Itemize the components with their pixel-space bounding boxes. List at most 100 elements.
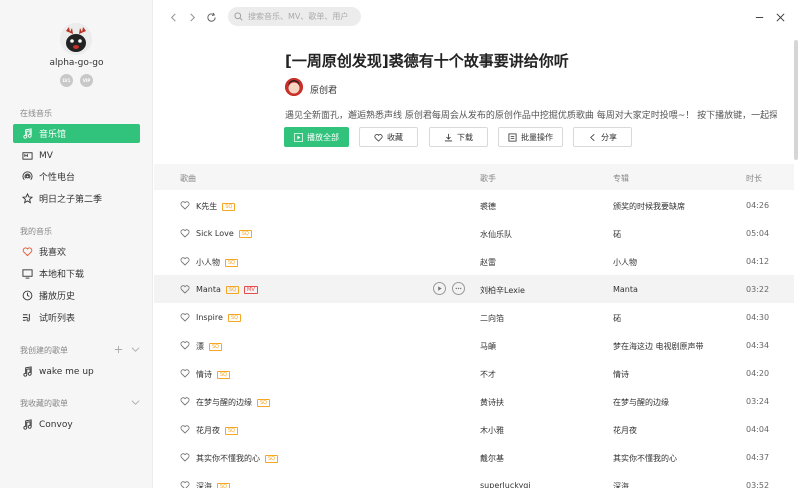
song-singer[interactable]: 不才 [480, 369, 496, 380]
song-album[interactable]: 情诗 [613, 369, 629, 380]
song-title[interactable]: 在梦与醒的边缘 SQ [196, 397, 271, 408]
heart-icon[interactable] [180, 340, 190, 350]
header-song[interactable]: 歌曲 [180, 173, 196, 184]
song-album[interactable]: 小人物 [613, 257, 637, 268]
sidebar-item-history[interactable]: 播放历史 [13, 286, 140, 305]
play-all-button[interactable]: 播放全部 [284, 127, 349, 147]
song-title[interactable]: 深海 SQ [196, 481, 231, 488]
header-singer[interactable]: 歌手 [480, 173, 496, 184]
song-album[interactable]: Manta [613, 285, 638, 294]
song-singer[interactable]: 刘柏辛Lexie [480, 285, 525, 296]
moose-avatar-icon [60, 23, 92, 55]
song-album[interactable]: 砳 [613, 313, 621, 324]
sidebar-item-wake-me-up[interactable]: wake me up [13, 362, 140, 381]
heart-icon[interactable] [180, 228, 190, 238]
chevron-down-icon[interactable] [131, 345, 140, 357]
creator-avatar[interactable] [285, 78, 303, 96]
search-box[interactable] [228, 7, 361, 26]
song-title[interactable]: 花月夜 SQ [196, 425, 239, 436]
chevron-down-icon[interactable] [131, 398, 140, 410]
download-button[interactable]: 下载 [429, 127, 488, 147]
table-row[interactable]: 情诗 SQ 不才 情诗 04:20 [154, 359, 794, 387]
heart-icon[interactable] [180, 284, 190, 294]
song-album[interactable]: 深海 [613, 481, 629, 488]
collected-playlists-title: 我收藏的歌单 [20, 399, 68, 408]
song-singer[interactable]: 木小雅 [480, 425, 504, 436]
heart-icon[interactable] [180, 480, 190, 488]
table-row[interactable]: Sick Love SQ 水仙乐队 砳 05:04 [154, 219, 794, 247]
creator-name[interactable]: 原创君 [310, 83, 337, 96]
song-title[interactable]: K先生 SQ [196, 201, 236, 212]
sidebar-item-favorites[interactable]: 我喜欢 [13, 242, 140, 261]
heart-icon[interactable] [180, 368, 190, 378]
song-singer[interactable]: 水仙乐队 [480, 229, 512, 240]
heart-icon[interactable] [180, 396, 190, 406]
vip-badge[interactable]: VIP [80, 74, 93, 87]
song-singer[interactable]: 马頔 [480, 341, 496, 352]
heart-icon[interactable] [180, 256, 190, 266]
sidebar-item-local[interactable]: 本地和下载 [13, 264, 140, 283]
user-avatar[interactable] [60, 23, 92, 55]
heart-icon[interactable] [180, 312, 190, 322]
play-icon[interactable] [433, 282, 446, 295]
heart-icon[interactable] [180, 424, 190, 434]
share-button[interactable]: 分享 [573, 127, 632, 147]
sidebar-item-label: 个性电台 [39, 173, 76, 183]
song-singer[interactable]: 黄诗扶 [480, 397, 504, 408]
sidebar-item-tomorrow[interactable]: 明日之子第二季 [13, 189, 140, 208]
search-input[interactable] [248, 12, 348, 21]
heart-icon[interactable] [180, 452, 190, 462]
sidebar-item-music-hall[interactable]: 音乐馆 [13, 124, 140, 143]
song-title[interactable]: Manta SQ MV [196, 285, 258, 294]
sidebar-item-trial-list[interactable]: 试听列表 [13, 308, 140, 327]
song-singer[interactable]: 二向箔 [480, 313, 504, 324]
song-singer[interactable]: 戴尔基 [480, 453, 504, 464]
more-icon[interactable] [452, 282, 465, 295]
refresh-button[interactable] [204, 10, 218, 24]
table-row[interactable]: 深海 SQ superluckyqi 深海 03:52 [154, 471, 794, 488]
song-singer[interactable]: 裘德 [480, 201, 496, 212]
my-music-title: 我的音乐 [20, 227, 52, 236]
minimize-button[interactable] [752, 10, 766, 24]
song-title[interactable]: 小人物 SQ [196, 257, 239, 268]
table-row[interactable]: 在梦与醒的边缘 SQ 黄诗扶 在梦与醒的边缘 03:24 [154, 387, 794, 415]
forward-button[interactable] [185, 10, 199, 24]
song-title[interactable]: 情诗 SQ [196, 369, 231, 380]
heart-icon[interactable] [180, 200, 190, 210]
table-row[interactable]: 其实你不懂我的心 SQ 戴尔基 其实你不懂我的心 04:37 [154, 443, 794, 471]
song-title[interactable]: 漂 SQ [196, 341, 223, 352]
scrollbar[interactable] [794, 40, 798, 160]
collect-button[interactable]: 收藏 [359, 127, 418, 147]
table-row[interactable]: Inspire SQ 二向箔 砳 04:30 [154, 303, 794, 331]
level-badge[interactable]: LV1 [60, 74, 73, 87]
sidebar-item-mv[interactable]: MV [13, 146, 140, 165]
song-singer[interactable]: 赵雷 [480, 257, 496, 268]
song-title[interactable]: Sick Love SQ [196, 229, 252, 238]
song-album[interactable]: 砳 [613, 229, 621, 240]
table-row[interactable]: 小人物 SQ 赵雷 小人物 04:12 [154, 247, 794, 275]
song-title[interactable]: Inspire SQ [196, 313, 242, 322]
song-album[interactable]: 梦在海这边 电视剧原声带 [613, 341, 704, 352]
table-row[interactable]: 花月夜 SQ 木小雅 花月夜 04:04 [154, 415, 794, 443]
song-album[interactable]: 在梦与醒的边缘 [613, 397, 669, 408]
table-row[interactable]: Manta SQ MV 刘柏辛Lexie Manta 03:22 [154, 275, 794, 303]
song-title[interactable]: 其实你不懂我的心 SQ [196, 453, 279, 464]
table-row[interactable]: K先生 SQ 裘德 颁奖的时候我要缺席 04:26 [154, 191, 794, 219]
batch-operations-button[interactable]: 批量操作 [498, 127, 563, 147]
sidebar-item-radio[interactable]: 个性电台 [13, 167, 140, 186]
sidebar-item-convoy[interactable]: Convoy [13, 415, 140, 434]
music-note-icon [21, 128, 33, 140]
back-button[interactable] [166, 10, 180, 24]
mv-badge[interactable]: MV [244, 285, 258, 294]
song-album[interactable]: 其实你不懂我的心 [613, 453, 677, 464]
table-row[interactable]: 漂 SQ 马頔 梦在海这边 电视剧原声带 04:34 [154, 331, 794, 359]
song-album[interactable]: 花月夜 [613, 425, 637, 436]
close-button[interactable] [773, 10, 787, 24]
header-duration[interactable]: 时长 [746, 173, 762, 184]
plus-icon[interactable] [114, 345, 123, 357]
header-album[interactable]: 专辑 [613, 173, 629, 184]
radio-icon [21, 171, 33, 183]
song-singer[interactable]: superluckyqi [480, 481, 531, 488]
username[interactable]: alpha-go-go [0, 58, 153, 68]
song-album[interactable]: 颁奖的时候我要缺席 [613, 201, 685, 212]
